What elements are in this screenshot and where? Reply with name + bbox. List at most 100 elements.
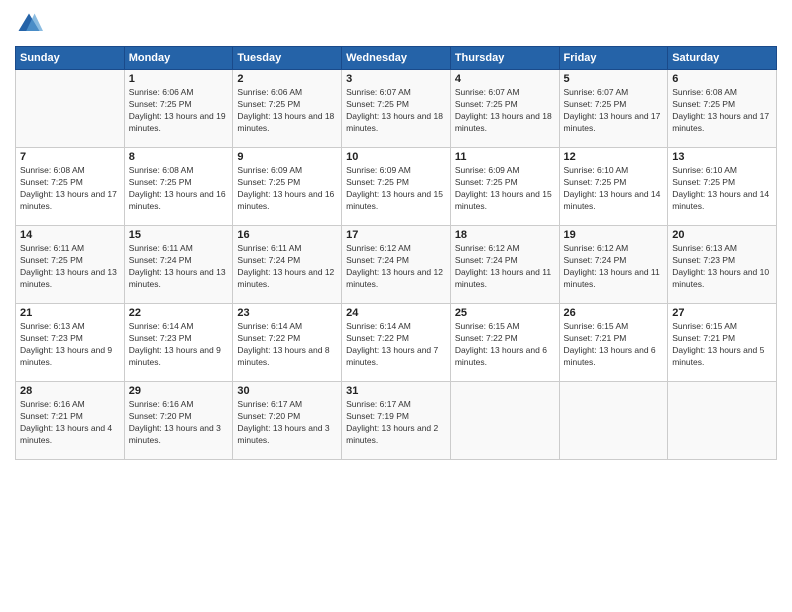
cell-sun-info: Sunrise: 6:14 AM Sunset: 7:23 PM Dayligh… [129, 321, 229, 369]
page-container: SundayMondayTuesdayWednesdayThursdayFrid… [0, 0, 792, 612]
calendar-cell: 2Sunrise: 6:06 AM Sunset: 7:25 PM Daylig… [233, 70, 342, 148]
cell-sun-info: Sunrise: 6:09 AM Sunset: 7:25 PM Dayligh… [237, 165, 337, 213]
calendar-week-row: 28Sunrise: 6:16 AM Sunset: 7:21 PM Dayli… [16, 382, 777, 460]
cell-sun-info: Sunrise: 6:12 AM Sunset: 7:24 PM Dayligh… [564, 243, 664, 291]
day-number: 30 [237, 385, 337, 397]
cell-sun-info: Sunrise: 6:10 AM Sunset: 7:25 PM Dayligh… [564, 165, 664, 213]
day-number: 29 [129, 385, 229, 397]
day-number: 31 [346, 385, 446, 397]
calendar-cell: 12 Sunrise: 6:10 AM Sunset: 7:25 PM Dayli… [559, 148, 668, 226]
day-number: 16 [237, 229, 337, 241]
cell-sun-info: Sunrise: 6:08 AM Sunset: 7:25 PM Dayligh… [20, 165, 120, 213]
calendar-cell: 13 Sunrise: 6:10 AM Sunset: 7:25 PM Dayli… [668, 148, 777, 226]
calendar-cell: 11 Sunrise: 6:09 AM Sunset: 7:25 PM Dayli… [450, 148, 559, 226]
cell-sun-info: Sunrise: 6:16 AM Sunset: 7:20 PM Dayligh… [129, 399, 229, 447]
day-number: 21 [20, 307, 120, 319]
cell-sun-info: Sunrise: 6:09 AM Sunset: 7:25 PM Dayligh… [455, 165, 555, 213]
calendar-cell: 16 Sunrise: 6:11 AM Sunset: 7:24 PM Dayli… [233, 226, 342, 304]
day-number: 19 [564, 229, 664, 241]
day-number: 18 [455, 229, 555, 241]
calendar-cell [16, 70, 125, 148]
cell-sun-info: Sunrise: 6:17 AM Sunset: 7:20 PM Dayligh… [237, 399, 337, 447]
calendar-header-row: SundayMondayTuesdayWednesdayThursdayFrid… [16, 47, 777, 70]
day-number: 12 [564, 151, 664, 163]
day-number: 28 [20, 385, 120, 397]
calendar-cell: 23 Sunrise: 6:14 AM Sunset: 7:22 PM Dayli… [233, 304, 342, 382]
calendar-cell: 29 Sunrise: 6:16 AM Sunset: 7:20 PM Dayli… [124, 382, 233, 460]
calendar-cell: 3Sunrise: 6:07 AM Sunset: 7:25 PM Daylig… [342, 70, 451, 148]
calendar-cell: 31 Sunrise: 6:17 AM Sunset: 7:19 PM Dayli… [342, 382, 451, 460]
cell-sun-info: Sunrise: 6:13 AM Sunset: 7:23 PM Dayligh… [672, 243, 772, 291]
calendar-cell: 25 Sunrise: 6:15 AM Sunset: 7:22 PM Dayli… [450, 304, 559, 382]
day-header-monday: Monday [124, 47, 233, 70]
day-number: 25 [455, 307, 555, 319]
calendar-cell: 21 Sunrise: 6:13 AM Sunset: 7:23 PM Dayli… [16, 304, 125, 382]
calendar-week-row: 7 Sunrise: 6:08 AM Sunset: 7:25 PM Daylig… [16, 148, 777, 226]
calendar-cell: 22 Sunrise: 6:14 AM Sunset: 7:23 PM Dayli… [124, 304, 233, 382]
calendar-table: SundayMondayTuesdayWednesdayThursdayFrid… [15, 46, 777, 460]
calendar-cell: 1Sunrise: 6:06 AM Sunset: 7:25 PM Daylig… [124, 70, 233, 148]
day-number: 2 [237, 73, 337, 85]
calendar-cell: 4Sunrise: 6:07 AM Sunset: 7:25 PM Daylig… [450, 70, 559, 148]
calendar-cell: 27 Sunrise: 6:15 AM Sunset: 7:21 PM Dayli… [668, 304, 777, 382]
cell-sun-info: Sunrise: 6:12 AM Sunset: 7:24 PM Dayligh… [455, 243, 555, 291]
day-number: 23 [237, 307, 337, 319]
calendar-cell [559, 382, 668, 460]
day-number: 13 [672, 151, 772, 163]
day-number: 8 [129, 151, 229, 163]
day-number: 7 [20, 151, 120, 163]
cell-sun-info: Sunrise: 6:15 AM Sunset: 7:21 PM Dayligh… [564, 321, 664, 369]
cell-sun-info: Sunrise: 6:14 AM Sunset: 7:22 PM Dayligh… [346, 321, 446, 369]
calendar-cell: 30 Sunrise: 6:17 AM Sunset: 7:20 PM Dayli… [233, 382, 342, 460]
cell-sun-info: Sunrise: 6:15 AM Sunset: 7:22 PM Dayligh… [455, 321, 555, 369]
calendar-cell: 8 Sunrise: 6:08 AM Sunset: 7:25 PM Daylig… [124, 148, 233, 226]
calendar-cell: 19 Sunrise: 6:12 AM Sunset: 7:24 PM Dayli… [559, 226, 668, 304]
day-number: 6 [672, 73, 772, 85]
calendar-cell: 7 Sunrise: 6:08 AM Sunset: 7:25 PM Daylig… [16, 148, 125, 226]
cell-sun-info: Sunrise: 6:11 AM Sunset: 7:24 PM Dayligh… [237, 243, 337, 291]
calendar-week-row: 21 Sunrise: 6:13 AM Sunset: 7:23 PM Dayli… [16, 304, 777, 382]
day-number: 15 [129, 229, 229, 241]
day-header-friday: Friday [559, 47, 668, 70]
calendar-cell: 26Sunrise: 6:15 AM Sunset: 7:21 PM Dayli… [559, 304, 668, 382]
cell-sun-info: Sunrise: 6:08 AM Sunset: 7:25 PM Dayligh… [129, 165, 229, 213]
calendar-cell: 14Sunrise: 6:11 AM Sunset: 7:25 PM Dayli… [16, 226, 125, 304]
cell-sun-info: Sunrise: 6:15 AM Sunset: 7:21 PM Dayligh… [672, 321, 772, 369]
day-number: 14 [20, 229, 120, 241]
cell-sun-info: Sunrise: 6:17 AM Sunset: 7:19 PM Dayligh… [346, 399, 446, 447]
cell-sun-info: Sunrise: 6:09 AM Sunset: 7:25 PM Dayligh… [346, 165, 446, 213]
calendar-cell [668, 382, 777, 460]
day-number: 27 [672, 307, 772, 319]
cell-sun-info: Sunrise: 6:07 AM Sunset: 7:25 PM Dayligh… [455, 87, 555, 135]
calendar-cell: 10 Sunrise: 6:09 AM Sunset: 7:25 PM Dayli… [342, 148, 451, 226]
calendar-cell: 17 Sunrise: 6:12 AM Sunset: 7:24 PM Dayli… [342, 226, 451, 304]
cell-sun-info: Sunrise: 6:11 AM Sunset: 7:24 PM Dayligh… [129, 243, 229, 291]
calendar-week-row: 14Sunrise: 6:11 AM Sunset: 7:25 PM Dayli… [16, 226, 777, 304]
cell-sun-info: Sunrise: 6:13 AM Sunset: 7:23 PM Dayligh… [20, 321, 120, 369]
cell-sun-info: Sunrise: 6:07 AM Sunset: 7:25 PM Dayligh… [564, 87, 664, 135]
day-number: 9 [237, 151, 337, 163]
day-number: 10 [346, 151, 446, 163]
calendar-week-row: 1Sunrise: 6:06 AM Sunset: 7:25 PM Daylig… [16, 70, 777, 148]
day-number: 22 [129, 307, 229, 319]
logo [15, 10, 47, 38]
day-header-thursday: Thursday [450, 47, 559, 70]
cell-sun-info: Sunrise: 6:12 AM Sunset: 7:24 PM Dayligh… [346, 243, 446, 291]
calendar-cell: 28Sunrise: 6:16 AM Sunset: 7:21 PM Dayli… [16, 382, 125, 460]
calendar-cell: 5Sunrise: 6:07 AM Sunset: 7:25 PM Daylig… [559, 70, 668, 148]
cell-sun-info: Sunrise: 6:10 AM Sunset: 7:25 PM Dayligh… [672, 165, 772, 213]
day-number: 24 [346, 307, 446, 319]
calendar-cell: 24 Sunrise: 6:14 AM Sunset: 7:22 PM Dayli… [342, 304, 451, 382]
day-number: 17 [346, 229, 446, 241]
day-header-sunday: Sunday [16, 47, 125, 70]
cell-sun-info: Sunrise: 6:14 AM Sunset: 7:22 PM Dayligh… [237, 321, 337, 369]
day-header-tuesday: Tuesday [233, 47, 342, 70]
header [15, 10, 777, 38]
logo-icon [15, 10, 43, 38]
calendar-cell: 20 Sunrise: 6:13 AM Sunset: 7:23 PM Dayli… [668, 226, 777, 304]
calendar-cell: 6Sunrise: 6:08 AM Sunset: 7:25 PM Daylig… [668, 70, 777, 148]
day-number: 20 [672, 229, 772, 241]
day-number: 11 [455, 151, 555, 163]
cell-sun-info: Sunrise: 6:07 AM Sunset: 7:25 PM Dayligh… [346, 87, 446, 135]
calendar-cell: 9 Sunrise: 6:09 AM Sunset: 7:25 PM Daylig… [233, 148, 342, 226]
